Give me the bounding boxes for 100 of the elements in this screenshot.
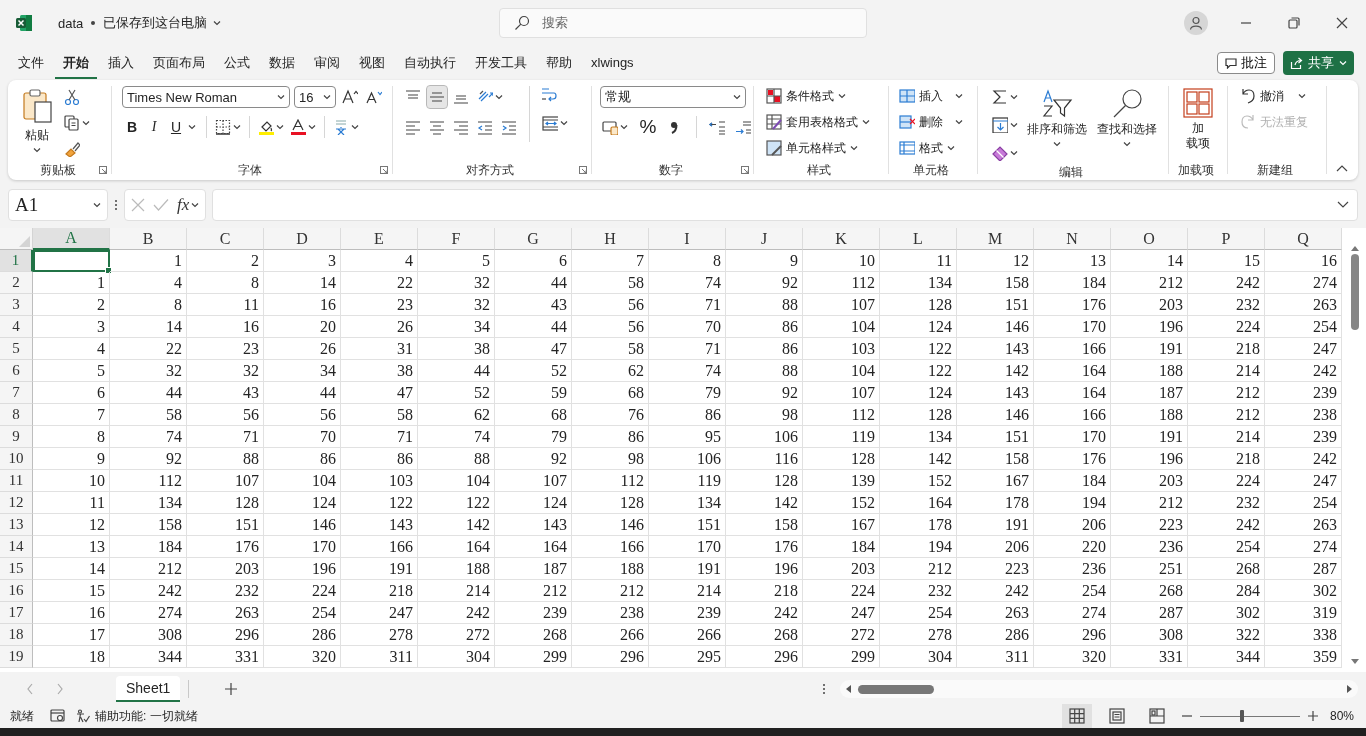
font-name-select[interactable]: Times New Roman xyxy=(122,86,290,108)
dialog-launcher-icon[interactable] xyxy=(99,166,107,174)
row-header[interactable]: 6 xyxy=(0,360,33,382)
font-size-select[interactable]: 16 xyxy=(294,86,336,108)
search-field[interactable]: 搜索 xyxy=(499,8,867,38)
conditional-formatting-button[interactable]: 条件格式 xyxy=(766,86,870,106)
row-header[interactable]: 2 xyxy=(0,272,33,294)
scroll-thumb[interactable] xyxy=(1351,254,1359,330)
menu-tab[interactable]: 插入 xyxy=(100,47,142,79)
row-header[interactable]: 10 xyxy=(0,448,33,470)
row-header[interactable]: 8 xyxy=(0,404,33,426)
italic-button[interactable]: I xyxy=(144,116,164,138)
row-header[interactable]: 9 xyxy=(0,426,33,448)
horizontal-scrollbar[interactable] xyxy=(840,680,1358,698)
row-header[interactable]: 18 xyxy=(0,624,33,646)
middle-align-button[interactable] xyxy=(427,86,447,108)
row-header[interactable]: 4 xyxy=(0,316,33,338)
wrap-text-icon[interactable] xyxy=(540,86,558,104)
menu-tab[interactable]: 数据 xyxy=(261,47,303,79)
percent-button[interactable]: % xyxy=(636,116,660,138)
row-header[interactable]: 12 xyxy=(0,492,33,514)
name-box[interactable]: A1 xyxy=(8,189,108,221)
comments-button[interactable]: 批注 xyxy=(1217,52,1275,74)
menu-tab[interactable]: xlwings xyxy=(583,47,642,79)
dialog-launcher-icon[interactable] xyxy=(380,166,388,174)
column-header[interactable]: M xyxy=(957,228,1034,250)
menu-tab[interactable]: 审阅 xyxy=(306,47,348,79)
zoom-level[interactable]: 80% xyxy=(1329,709,1354,723)
expand-icon[interactable] xyxy=(1337,201,1349,209)
number-format-select[interactable]: 常规 xyxy=(600,86,746,108)
zoom-thumb[interactable] xyxy=(1239,710,1244,722)
column-header[interactable]: N xyxy=(1034,228,1111,250)
row-header[interactable]: 16 xyxy=(0,580,33,602)
row-header[interactable]: 15 xyxy=(0,558,33,580)
menu-tab[interactable]: 自动执行 xyxy=(396,47,464,79)
column-header[interactable]: A xyxy=(33,228,110,250)
add-ins-button[interactable]: 加 载项 xyxy=(1180,86,1216,160)
accessibility-status[interactable]: 辅助功能: 一切就绪 xyxy=(76,707,198,725)
menu-tab[interactable]: 开发工具 xyxy=(467,47,535,79)
row-header[interactable]: 13 xyxy=(0,514,33,536)
menu-tab[interactable]: 视图 xyxy=(351,47,393,79)
menu-tab[interactable]: 文件 xyxy=(10,47,52,79)
copy-button[interactable] xyxy=(62,112,92,134)
find-select-button[interactable]: 查找和选择 xyxy=(1094,86,1160,149)
row-header[interactable]: 1 xyxy=(0,250,33,272)
scroll-thumb[interactable] xyxy=(858,684,934,694)
cell-styles-button[interactable]: 单元格样式 xyxy=(766,138,870,158)
row-header[interactable]: 14 xyxy=(0,536,33,558)
column-header[interactable]: B xyxy=(110,228,187,250)
column-header[interactable]: P xyxy=(1188,228,1265,250)
underline-button[interactable]: U xyxy=(166,116,186,138)
column-header[interactable]: O xyxy=(1111,228,1188,250)
normal-view-button[interactable] xyxy=(1061,704,1092,728)
collapse-ribbon-button[interactable] xyxy=(1336,164,1348,172)
row-header[interactable]: 3 xyxy=(0,294,33,316)
delete-cells-button[interactable]: 删除 xyxy=(899,112,963,132)
column-header[interactable]: E xyxy=(341,228,418,250)
row-header[interactable]: 5 xyxy=(0,338,33,360)
bold-button[interactable]: B xyxy=(122,116,142,138)
more-options-icon[interactable] xyxy=(114,198,118,212)
insert-function-button[interactable]: fx xyxy=(177,195,200,215)
share-button[interactable]: 共享 xyxy=(1283,51,1354,75)
column-header[interactable]: F xyxy=(418,228,495,250)
column-header[interactable]: I xyxy=(649,228,726,250)
menu-tab[interactable]: 公式 xyxy=(216,47,258,79)
paste-button[interactable]: 粘贴 xyxy=(18,86,56,155)
format-cells-button[interactable]: 格式 xyxy=(899,138,963,158)
column-header[interactable]: H xyxy=(572,228,649,250)
sort-filter-button[interactable]: 排序和筛选 xyxy=(1024,86,1090,149)
save-status[interactable]: 已保存到这台电脑 xyxy=(103,14,208,32)
column-header[interactable]: G xyxy=(495,228,572,250)
account-avatar[interactable] xyxy=(1184,11,1208,35)
row-header[interactable]: 19 xyxy=(0,646,33,668)
zoom-in-icon[interactable] xyxy=(1307,711,1318,721)
insert-cells-button[interactable]: 插入 xyxy=(899,86,963,106)
macro-record-icon[interactable] xyxy=(50,709,66,723)
dialog-launcher-icon[interactable] xyxy=(579,166,587,174)
column-header[interactable]: K xyxy=(803,228,880,250)
row-header[interactable]: 7 xyxy=(0,382,33,404)
column-header[interactable]: C xyxy=(187,228,264,250)
more-options-icon[interactable] xyxy=(822,682,826,696)
column-header[interactable]: L xyxy=(880,228,957,250)
column-header[interactable]: D xyxy=(264,228,341,250)
sheet-tab[interactable]: Sheet1 xyxy=(116,676,181,702)
column-header[interactable]: Q xyxy=(1265,228,1342,250)
add-sheet-icon[interactable] xyxy=(225,683,238,695)
undo-button[interactable]: 撤消 xyxy=(1240,86,1308,106)
table-cell: 22 xyxy=(341,272,418,294)
menu-tab[interactable]: 帮助 xyxy=(538,47,580,79)
row-header[interactable]: 11 xyxy=(0,470,33,492)
menu-tab[interactable]: 开始 xyxy=(55,47,97,79)
format-as-table-button[interactable]: 套用表格格式 xyxy=(766,112,870,132)
menu-tab[interactable]: 页面布局 xyxy=(145,47,213,79)
column-header[interactable]: J xyxy=(726,228,803,250)
fill-button[interactable] xyxy=(990,114,1020,136)
table-cell: 238 xyxy=(1265,404,1342,426)
active-cell[interactable] xyxy=(33,250,110,272)
row-header[interactable]: 17 xyxy=(0,602,33,624)
dialog-launcher-icon[interactable] xyxy=(741,166,749,174)
formula-input[interactable] xyxy=(212,189,1358,221)
